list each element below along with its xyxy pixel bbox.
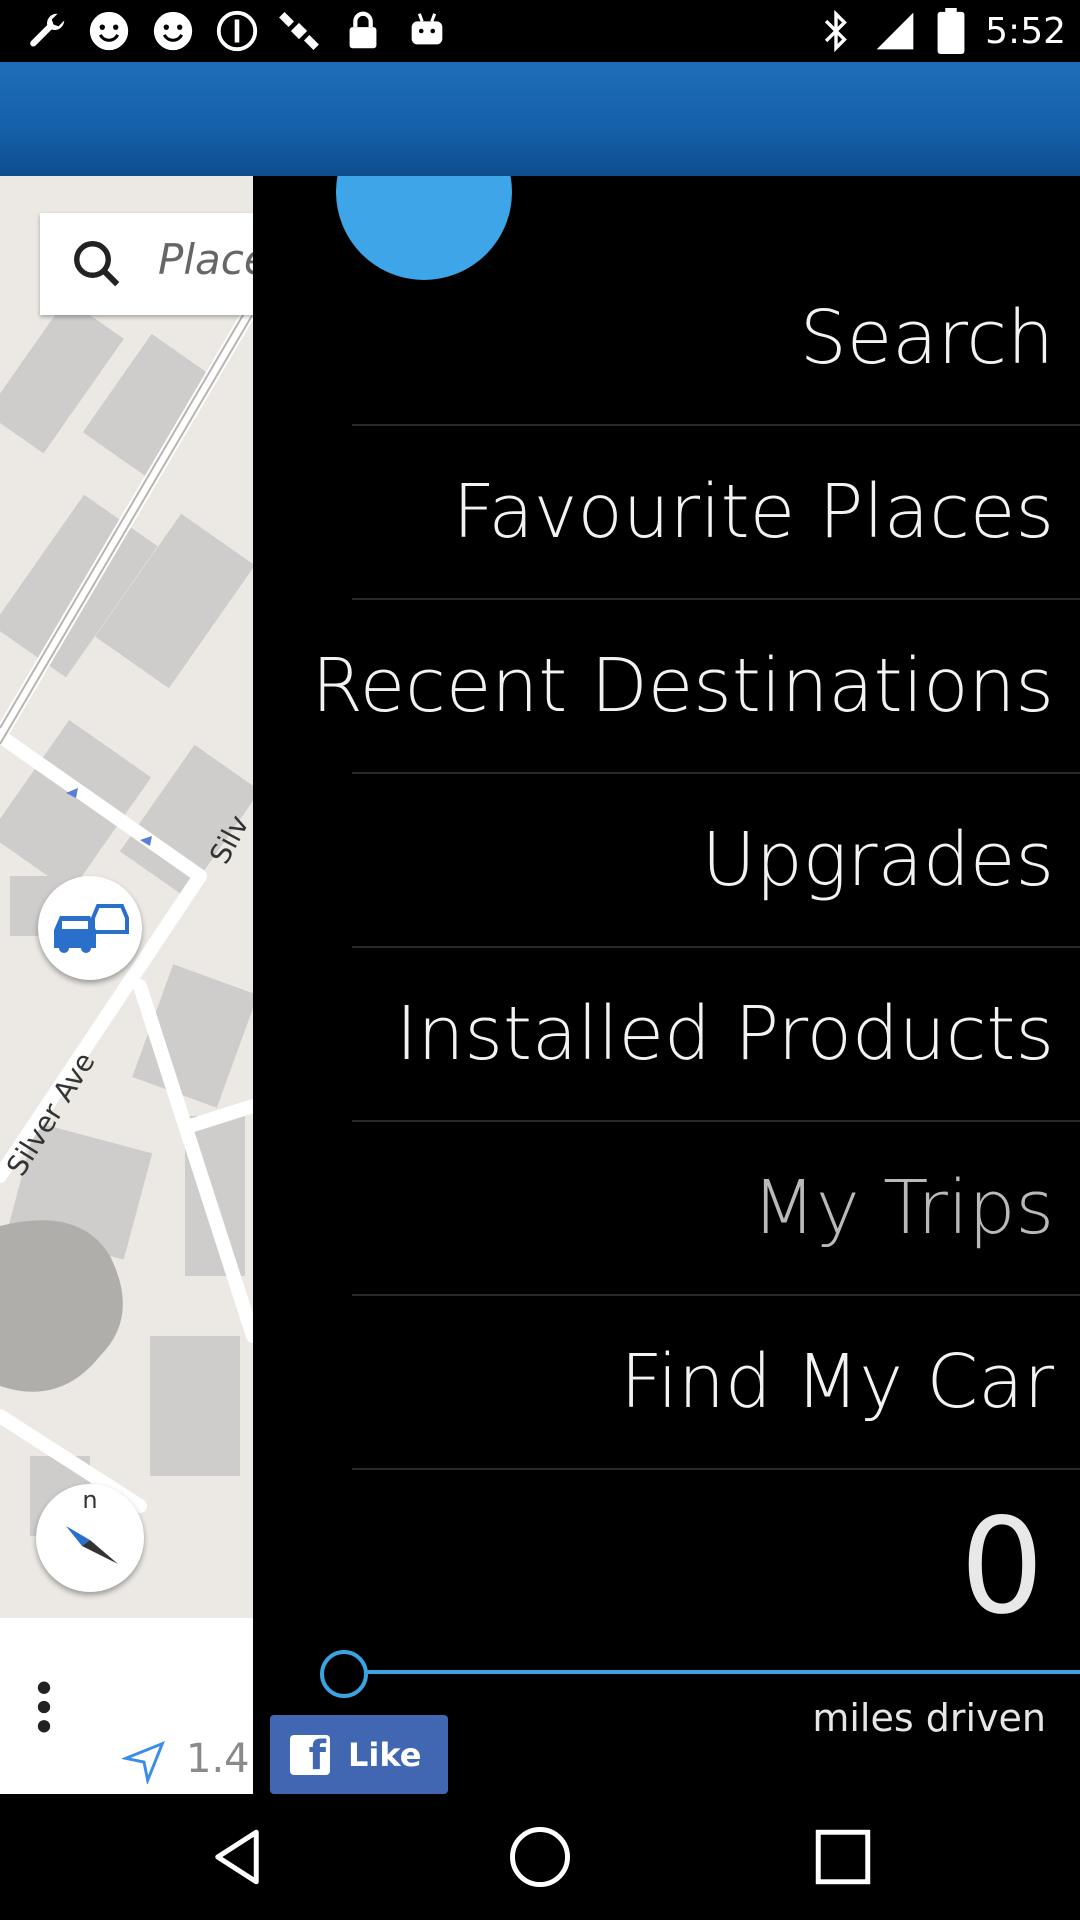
menu-item-my-trips[interactable]: My Trips <box>352 1122 1080 1296</box>
clock: 5:52 <box>985 10 1066 52</box>
recents-icon[interactable] <box>810 1824 876 1890</box>
map-search-box[interactable]: Place <box>40 213 270 315</box>
status-right: 5:52 <box>819 0 1066 62</box>
menu-item-upgrades[interactable]: Upgrades <box>352 774 1080 948</box>
header-bar <box>0 62 1080 176</box>
home-icon[interactable] <box>507 1824 573 1890</box>
compass-needle-icon <box>66 1526 118 1564</box>
like-label: Like <box>348 1735 422 1774</box>
miles-driven-label: miles driven <box>812 1696 1046 1740</box>
wrench-icon <box>30 13 65 47</box>
info-circle-icon <box>216 10 258 52</box>
miles-counter: 0 <box>960 1490 1044 1644</box>
menu-item-label: Find My Car <box>620 1339 1054 1425</box>
battery-icon <box>937 8 965 54</box>
facebook-like-button[interactable]: f Like <box>270 1715 448 1794</box>
map-bottom-bar: 1.4 <box>0 1618 253 1794</box>
lock-icon <box>349 11 377 49</box>
compass-button[interactable]: n <box>36 1484 144 1592</box>
miles-progress-knob <box>320 1650 368 1698</box>
menu-item-label: Favourite Places <box>452 469 1054 555</box>
more-vert-icon[interactable] <box>36 1680 52 1734</box>
menu-item-search[interactable]: Search <box>352 252 1080 426</box>
satellite-icon <box>279 12 319 50</box>
distance-value: 1.4 <box>186 1736 250 1782</box>
menu-item-label: Search <box>799 295 1054 381</box>
search-icon <box>74 241 120 287</box>
menu-item-label: Recent Destinations <box>311 643 1054 729</box>
menu-item-favourite-places[interactable]: Favourite Places <box>352 426 1080 600</box>
smiley-icon <box>153 11 193 51</box>
back-icon[interactable] <box>204 1824 270 1890</box>
menu-item-installed-products[interactable]: Installed Products <box>352 948 1080 1122</box>
navigation-bar <box>0 1794 1080 1920</box>
traffic-cars-icon <box>54 904 129 953</box>
smiley-icon <box>89 11 129 51</box>
menu-item-find-my-car[interactable]: Find My Car <box>352 1296 1080 1470</box>
signal-icon <box>876 12 914 50</box>
miles-progress-track <box>344 1670 1080 1674</box>
menu-item-recent-destinations[interactable]: Recent Destinations <box>312 600 1080 774</box>
facebook-icon: f <box>290 1733 330 1779</box>
menu-item-label: Installed Products <box>395 991 1054 1077</box>
traffic-button[interactable] <box>38 876 142 980</box>
status-bar: 5:52 <box>0 0 1080 62</box>
menu-item-label: Upgrades <box>701 817 1054 903</box>
bluetooth-icon <box>825 9 848 53</box>
navigation-arrow-icon <box>122 1741 165 1784</box>
android-icon <box>411 13 443 45</box>
menu-item-label: My Trips <box>752 1165 1054 1251</box>
